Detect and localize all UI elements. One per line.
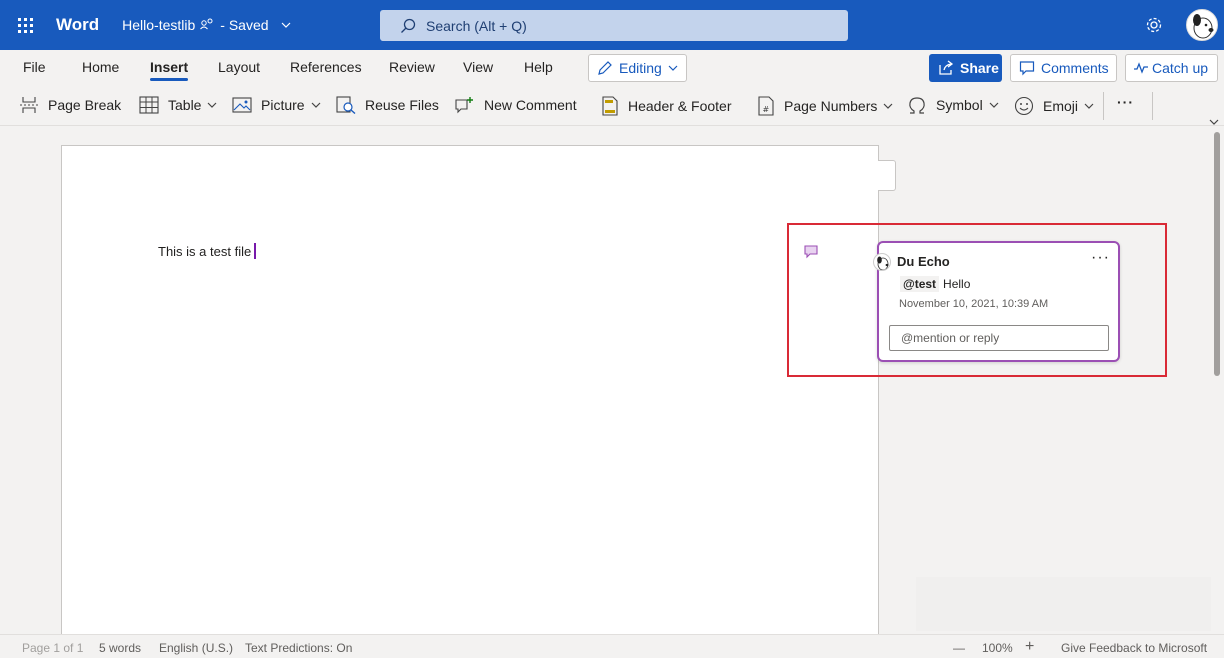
tab-help[interactable]: Help [524,59,553,75]
ribbon-divider [1103,92,1104,120]
catch-up-button[interactable]: Catch up [1125,54,1218,82]
chevron-down-icon [311,102,321,108]
search-placeholder: Search (Alt + Q) [426,17,527,34]
text-cursor [254,243,257,259]
ribbon-label: Picture [261,97,305,113]
shared-people-icon [200,18,214,33]
comment-text: Hello [943,277,971,291]
share-button[interactable]: Share [929,54,1002,82]
smiley-icon [1014,96,1034,116]
reuse-files-icon [336,96,356,114]
page-count: Page 1 of 1 [22,641,84,655]
mention-tag[interactable]: @test [900,276,940,292]
faded-panel [916,577,1211,631]
save-status: - Saved [220,17,269,33]
more-options-button[interactable]: ··· [1117,94,1134,110]
ribbon-label: Page Break [48,97,122,113]
new-comment-button[interactable]: New Comment [455,96,577,114]
comments-button[interactable]: Comments [1010,54,1117,82]
search-box[interactable]: Search (Alt + Q) [380,10,848,41]
ribbon-divider [1152,92,1153,120]
tab-review[interactable]: Review [389,59,435,75]
comment-author: Du Echo [897,254,950,269]
give-feedback-link[interactable]: Give Feedback to Microsoft [1061,641,1207,655]
insert-ribbon: Page Break Table Picture Reuse Files New… [0,86,1224,126]
picture-icon [232,96,252,114]
table-button[interactable]: Table [139,96,217,114]
reuse-files-button[interactable]: Reuse Files [336,96,439,114]
page-numbers-button[interactable]: # Page Numbers [757,96,893,116]
comment-icon [1019,60,1035,76]
omega-icon [907,96,927,114]
app-launcher-button[interactable] [0,0,50,50]
document-text: This is a test file [158,244,252,259]
ribbon-label: Emoji [1043,98,1079,114]
comment-body: @test Hello [900,276,971,292]
ribbon-label: Symbol [936,97,983,113]
reply-input[interactable]: @mention or reply [889,325,1109,351]
chevron-down-icon [883,103,893,109]
tab-layout[interactable]: Layout [218,59,260,75]
chevron-down-icon [989,102,999,108]
chevron-down-icon [668,65,678,71]
app-name[interactable]: Word [56,15,99,35]
comment-author-avatar [873,253,891,271]
menu-bar: File Home Insert Layout References Revie… [0,50,1224,86]
chevron-down-icon [1084,103,1094,109]
zoom-level[interactable]: 100% [982,641,1013,655]
scrollbar-thumb[interactable] [1214,132,1220,376]
chevron-down-icon [207,102,217,108]
language-indicator[interactable]: English (U.S.) [159,641,233,655]
collapse-ribbon-icon[interactable] [1209,112,1219,128]
header-footer-icon [601,96,619,116]
editing-mode-button[interactable]: Editing [588,54,687,82]
waffle-icon [17,17,33,33]
ribbon-label: Header & Footer [628,98,732,114]
ribbon-label: Page Numbers [784,98,878,114]
status-bar: Page 1 of 1 5 words English (U.S.) Text … [0,634,1224,658]
page-margin-tab [878,160,896,191]
pencil-icon [597,60,613,76]
table-icon [139,96,159,114]
page-numbers-icon: # [757,96,775,116]
search-icon [400,18,416,34]
text-predictions-toggle[interactable]: Text Predictions: On [245,641,352,655]
comment-more-button[interactable]: ··· [1091,249,1110,267]
ribbon-label: Reuse Files [365,97,439,113]
symbol-button[interactable]: Symbol [907,96,999,114]
page-break-icon [19,96,39,114]
zoom-out-button[interactable]: — [953,641,965,655]
share-icon [938,60,954,76]
page-break-button[interactable]: Page Break [19,96,121,114]
editing-label: Editing [619,60,662,76]
new-comment-icon [455,96,475,114]
catch-up-label: Catch up [1152,60,1209,76]
activity-icon [1133,61,1149,75]
tab-insert[interactable]: Insert [150,59,189,81]
comment-timestamp: November 10, 2021, 10:39 AM [899,298,1049,310]
tab-references[interactable]: References [290,59,362,75]
header-footer-button[interactable]: Header & Footer [601,96,732,116]
comments-label: Comments [1041,60,1109,76]
gear-icon[interactable] [1145,16,1163,39]
document-page[interactable]: This is a test file [61,145,879,634]
chevron-down-icon[interactable] [281,19,291,31]
account-avatar[interactable] [1186,9,1218,41]
emoji-button[interactable]: Emoji [1014,96,1094,116]
document-name[interactable]: Hello-testlib [122,17,195,33]
comment-card[interactable]: Du Echo ··· @test Hello November 10, 2021… [873,241,1120,362]
share-label: Share [960,60,999,76]
picture-button[interactable]: Picture [232,96,321,114]
ribbon-label: New Comment [484,97,577,113]
tab-home[interactable]: Home [82,59,119,75]
tab-view[interactable]: View [463,59,493,75]
document-canvas: This is a test file Du Echo ··· @test Hel… [0,127,1213,634]
tab-file[interactable]: File [23,59,46,75]
word-count[interactable]: 5 words [99,641,141,655]
document-body[interactable]: This is a test file [158,243,257,259]
ribbon-label: Table [168,97,202,113]
zoom-in-button[interactable]: + [1025,638,1034,656]
svg-text:#: # [763,105,770,114]
